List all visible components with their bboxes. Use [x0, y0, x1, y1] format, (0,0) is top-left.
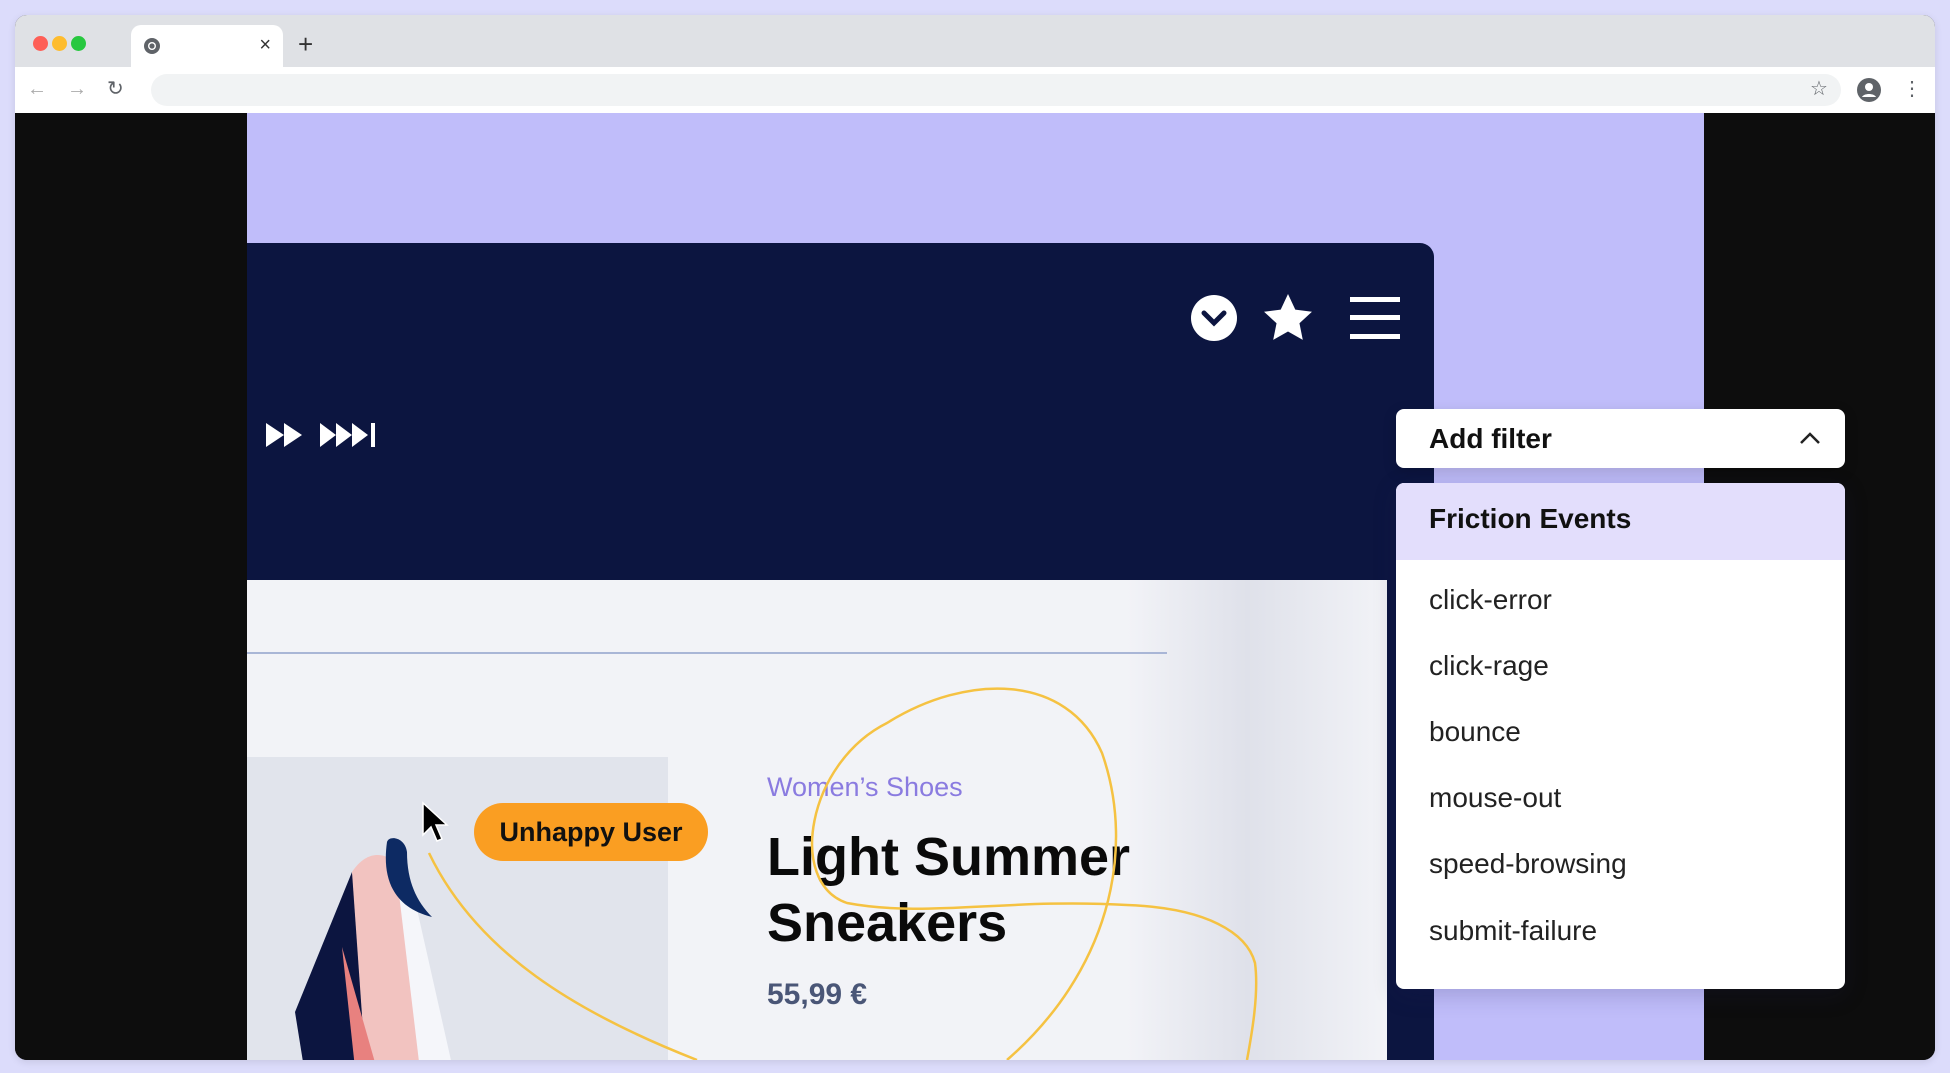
browser-tab[interactable]: × — [131, 25, 283, 67]
minimize-window-button[interactable] — [52, 36, 67, 51]
add-filter-label: Add filter — [1429, 423, 1552, 454]
forward-icon[interactable]: → — [67, 79, 87, 99]
tab-bar: × + — [15, 15, 1935, 67]
chevron-up-icon[interactable] — [1799, 431, 1821, 445]
page-content: Women’s Shoes Light Summer Sneakers 55,9… — [15, 113, 1935, 1060]
browser-toolbar: ← → ↻ ☆ ⋮ — [15, 67, 1935, 113]
menu-item-mouse-out[interactable]: mouse-out — [1429, 782, 1561, 814]
menu-item-click-error[interactable]: click-error — [1429, 584, 1552, 616]
bookmark-star-icon[interactable]: ☆ — [1810, 79, 1828, 99]
new-tab-button[interactable]: + — [298, 29, 313, 60]
menu-item-speed-browsing[interactable]: speed-browsing — [1429, 848, 1627, 880]
hero-panel: Women’s Shoes Light Summer Sneakers 55,9… — [247, 113, 1845, 1060]
menu-group-friction-events[interactable]: Friction Events — [1396, 483, 1845, 560]
menu-item-click-rage[interactable]: click-rage — [1429, 650, 1549, 682]
back-icon[interactable]: ← — [27, 79, 47, 99]
unhappy-user-badge: Unhappy User — [474, 803, 708, 861]
close-window-button[interactable] — [33, 36, 48, 51]
reload-icon[interactable]: ↻ — [107, 79, 124, 99]
menu-item-bounce[interactable]: bounce — [1429, 716, 1521, 748]
chrome-icon — [144, 38, 160, 54]
tab-close-icon[interactable]: × — [259, 34, 271, 57]
add-filter-dropdown[interactable]: Add filter — [1396, 409, 1845, 468]
filter-menu: Friction Events click-error click-rage b… — [1396, 483, 1845, 989]
cursor-icon — [422, 801, 449, 842]
menu-item-submit-failure[interactable]: submit-failure — [1429, 915, 1597, 947]
more-menu-icon[interactable]: ⋮ — [1902, 79, 1922, 99]
browser-window: × + ← → ↻ ☆ ⋮ Women’s Shoes Light Summer… — [15, 15, 1935, 1060]
maximize-window-button[interactable] — [71, 36, 86, 51]
profile-avatar-icon[interactable] — [1857, 78, 1881, 102]
address-bar[interactable] — [151, 74, 1841, 106]
